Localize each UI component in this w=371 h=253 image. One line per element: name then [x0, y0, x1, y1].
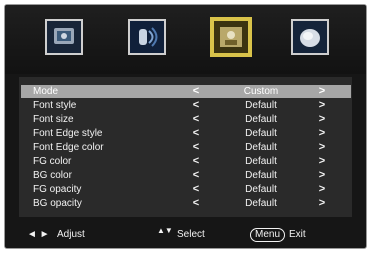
- row-label: Font style: [33, 100, 77, 111]
- chevron-left-icon[interactable]: <: [191, 183, 201, 196]
- row-value: Default: [245, 128, 277, 139]
- row-label: FG color: [33, 156, 72, 167]
- row-label: Font Edge color: [33, 142, 104, 153]
- row-label: Font Edge style: [33, 128, 103, 139]
- chevron-right-icon[interactable]: >: [317, 141, 327, 154]
- chevron-left-icon[interactable]: <: [191, 155, 201, 168]
- menu-row-bg-opacity[interactable]: BG opacity < Default >: [21, 197, 351, 210]
- menu-key: Menu: [250, 228, 286, 242]
- chevron-right-icon[interactable]: >: [317, 113, 327, 126]
- options-icon[interactable]: [210, 17, 252, 57]
- chevron-left-icon[interactable]: <: [191, 99, 201, 112]
- row-value: Default: [245, 198, 277, 209]
- chevron-left-icon[interactable]: <: [191, 113, 201, 126]
- row-value: Default: [245, 184, 277, 195]
- chevron-right-icon[interactable]: >: [317, 183, 327, 196]
- row-label: Font size: [33, 114, 74, 125]
- chevron-right-icon[interactable]: >: [317, 197, 327, 210]
- chevron-left-icon[interactable]: <: [191, 85, 201, 98]
- chevron-left-icon[interactable]: <: [191, 169, 201, 182]
- tab-bar: [5, 5, 366, 74]
- menu-row-bg-color[interactable]: BG color < Default >: [21, 169, 351, 182]
- row-value: Default: [245, 142, 277, 153]
- chevron-left-icon[interactable]: <: [191, 197, 201, 210]
- osd-window: ◄ ► Adjust ▲▼ Select Menu Exit Mode < Custo…: [4, 4, 367, 249]
- row-value: Default: [245, 156, 277, 167]
- lock-icon[interactable]: [291, 19, 329, 55]
- select-label: Select: [177, 229, 205, 240]
- chevron-right-icon[interactable]: >: [317, 127, 327, 140]
- menu-row-font-style[interactable]: Font style < Default >: [21, 99, 351, 112]
- chevron-left-icon[interactable]: <: [191, 127, 201, 140]
- exit-hint: Menu Exit: [250, 221, 306, 248]
- menu-row-font-edge-color[interactable]: Font Edge color < Default >: [21, 141, 351, 154]
- adjust-arrows-icon: ◄ ►: [27, 229, 50, 240]
- chevron-right-icon[interactable]: >: [317, 85, 327, 98]
- chevron-right-icon[interactable]: >: [317, 155, 327, 168]
- row-label: BG color: [33, 170, 72, 181]
- chevron-right-icon[interactable]: >: [317, 169, 327, 182]
- footer-hints: ◄ ► Adjust ▲▼ Select Menu Exit: [5, 221, 366, 248]
- picture-icon[interactable]: [45, 19, 83, 55]
- row-value: Default: [245, 100, 277, 111]
- row-value: Custom: [243, 86, 279, 97]
- row-label: BG opacity: [33, 198, 82, 209]
- menu-row-fg-color[interactable]: FG color < Default >: [21, 155, 351, 168]
- menu-row-font-edge-style[interactable]: Font Edge style < Default >: [21, 127, 351, 140]
- chevron-right-icon[interactable]: >: [317, 99, 327, 112]
- menu-row-fg-opacity[interactable]: FG opacity < Default >: [21, 183, 351, 196]
- row-label: Mode: [33, 86, 59, 97]
- row-value: Default: [245, 114, 277, 125]
- menu-row-font-size[interactable]: Font size < Default >: [21, 113, 351, 126]
- menu-row-mode[interactable]: Mode < Custom >: [21, 85, 351, 98]
- adjust-label: Adjust: [57, 229, 85, 240]
- row-value: Default: [245, 170, 277, 181]
- sound-icon[interactable]: [128, 19, 166, 55]
- row-label: FG opacity: [33, 184, 82, 195]
- select-arrows-icon: ▲▼: [157, 226, 173, 235]
- exit-label: Exit: [289, 229, 306, 240]
- chevron-left-icon[interactable]: <: [191, 141, 201, 154]
